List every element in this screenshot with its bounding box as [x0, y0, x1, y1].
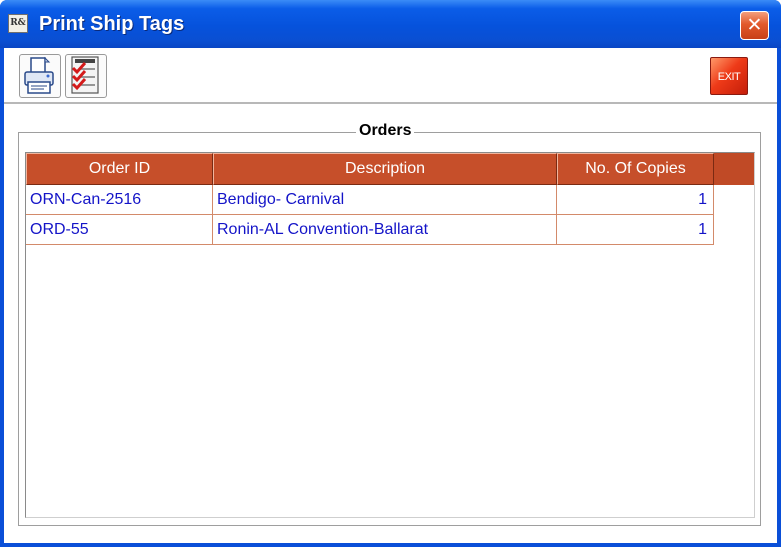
- orders-table[interactable]: Order ID Description No. Of Copies ORN-C…: [25, 152, 755, 518]
- window-title: Print Ship Tags: [39, 13, 185, 35]
- cell-description[interactable]: Ronin-AL Convention-Ballarat: [213, 215, 557, 245]
- column-header-description[interactable]: Description: [213, 153, 557, 185]
- cell-order-id[interactable]: ORN-Can-2516: [26, 185, 213, 215]
- toolbar: EXIT: [4, 48, 777, 104]
- table-header: Order ID Description No. Of Copies: [26, 153, 754, 185]
- cell-copies[interactable]: 1: [557, 215, 714, 245]
- print-ship-tags-window: R& Print Ship Tags ✕ EXIT Orders Order I…: [0, 0, 781, 547]
- table-row[interactable]: ORD-55 Ronin-AL Convention-Ballarat 1: [26, 215, 714, 245]
- window-client-area: EXIT Orders Order ID Description No. Of …: [4, 48, 777, 543]
- column-header-order-id[interactable]: Order ID: [26, 153, 213, 185]
- table-row[interactable]: ORN-Can-2516 Bendigo- Carnival 1: [26, 185, 714, 215]
- cell-copies[interactable]: 1: [557, 185, 714, 215]
- app-icon[interactable]: R&: [8, 14, 28, 33]
- close-button[interactable]: ✕: [740, 11, 769, 40]
- cell-order-id[interactable]: ORD-55: [26, 215, 213, 245]
- exit-button[interactable]: EXIT: [710, 57, 748, 95]
- column-header-copies[interactable]: No. Of Copies: [557, 153, 714, 185]
- checklist-icon: [71, 56, 99, 94]
- checklist-button[interactable]: [65, 54, 107, 98]
- cell-description[interactable]: Bendigo- Carnival: [213, 185, 557, 215]
- title-bar[interactable]: R& Print Ship Tags ✕: [0, 0, 781, 48]
- print-button[interactable]: [19, 54, 61, 98]
- orders-group-title: Orders: [356, 122, 415, 140]
- printer-icon: [24, 56, 54, 94]
